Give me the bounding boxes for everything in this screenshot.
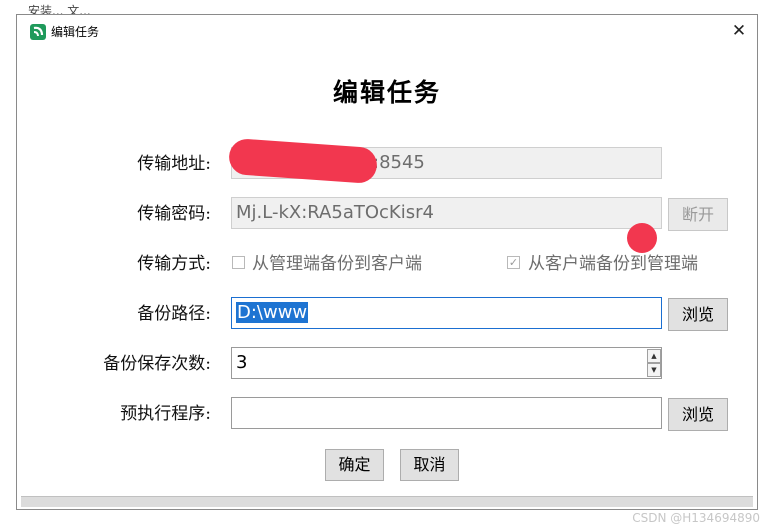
retention-count-stepper[interactable]: 3 ▲ ▼ — [231, 347, 662, 379]
status-strip — [21, 496, 753, 507]
disconnect-button[interactable]: 断开 — [668, 198, 728, 231]
client-to-server-checkbox[interactable]: ✓ — [507, 256, 520, 269]
address-label: 传输地址: — [137, 154, 211, 174]
edit-task-dialog: 编辑任务 ✕ 编辑任务 传输地址: :8545 传输密码: Mj.L-kX:RA… — [16, 14, 758, 510]
pre-exec-label: 预执行程序: — [120, 404, 211, 424]
close-icon[interactable]: ✕ — [727, 19, 751, 43]
backup-path-label: 备份路径: — [137, 304, 211, 324]
window-title: 编辑任务 — [51, 25, 100, 39]
backup-path-input[interactable]: D:\www — [231, 297, 662, 329]
browse-pre-exec-button[interactable]: 浏览 — [668, 398, 728, 431]
transfer-mode-label: 传输方式: — [137, 254, 211, 274]
cancel-button[interactable]: 取消 — [400, 449, 459, 481]
ok-button[interactable]: 确定 — [325, 449, 384, 481]
client-to-server-label: 从客户端备份到管理端 — [528, 254, 698, 274]
password-label: 传输密码: — [137, 204, 211, 224]
watermark-text: CSDN @H134694890 — [632, 511, 760, 525]
browse-backup-path-button[interactable]: 浏览 — [668, 298, 728, 331]
pre-exec-input[interactable] — [231, 397, 662, 429]
password-field[interactable]: Mj.L-kX:RA5aTOcKisr4 — [231, 197, 662, 229]
retention-count-label: 备份保存次数: — [103, 354, 211, 374]
spin-down-icon[interactable]: ▼ — [647, 363, 661, 377]
app-logo-icon — [30, 24, 46, 40]
server-to-client-checkbox[interactable] — [232, 256, 245, 269]
spin-up-icon[interactable]: ▲ — [647, 349, 661, 363]
title-bar: 编辑任务 ✕ — [17, 15, 757, 47]
dialog-heading: 编辑任务 — [332, 78, 441, 107]
backup-path-value: D:\www — [236, 302, 309, 323]
retention-count-value: 3 — [236, 352, 248, 373]
server-to-client-label: 从管理端备份到客户端 — [252, 254, 422, 274]
